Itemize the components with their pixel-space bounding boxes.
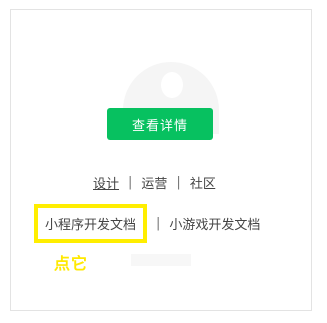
link-mini-program-docs[interactable]: 小程序开发文档 bbox=[45, 214, 136, 233]
background-logo-dot bbox=[161, 72, 183, 98]
link-mini-game-docs[interactable]: 小游戏开发文档 bbox=[169, 214, 260, 233]
link-operations[interactable]: 运营 bbox=[141, 173, 167, 192]
highlight-box: 小程序开发文档 bbox=[34, 204, 148, 243]
link-community[interactable]: 社区 bbox=[190, 173, 216, 192]
separator: | bbox=[156, 216, 161, 231]
category-links: 设计 | 运营 | 社区 bbox=[93, 173, 216, 192]
documentation-links: 小程序开发文档 | 小游戏开发文档 bbox=[34, 204, 260, 243]
content-card: 查看详情 设计 | 运营 | 社区 小程序开发文档 | 小游戏开发文档 点它 bbox=[10, 9, 312, 311]
separator: | bbox=[176, 175, 181, 190]
faint-background-text bbox=[131, 254, 191, 266]
link-design[interactable]: 设计 bbox=[93, 173, 119, 192]
separator: | bbox=[128, 175, 133, 190]
click-annotation: 点它 bbox=[54, 254, 89, 273]
view-details-button[interactable]: 查看详情 bbox=[107, 108, 213, 140]
